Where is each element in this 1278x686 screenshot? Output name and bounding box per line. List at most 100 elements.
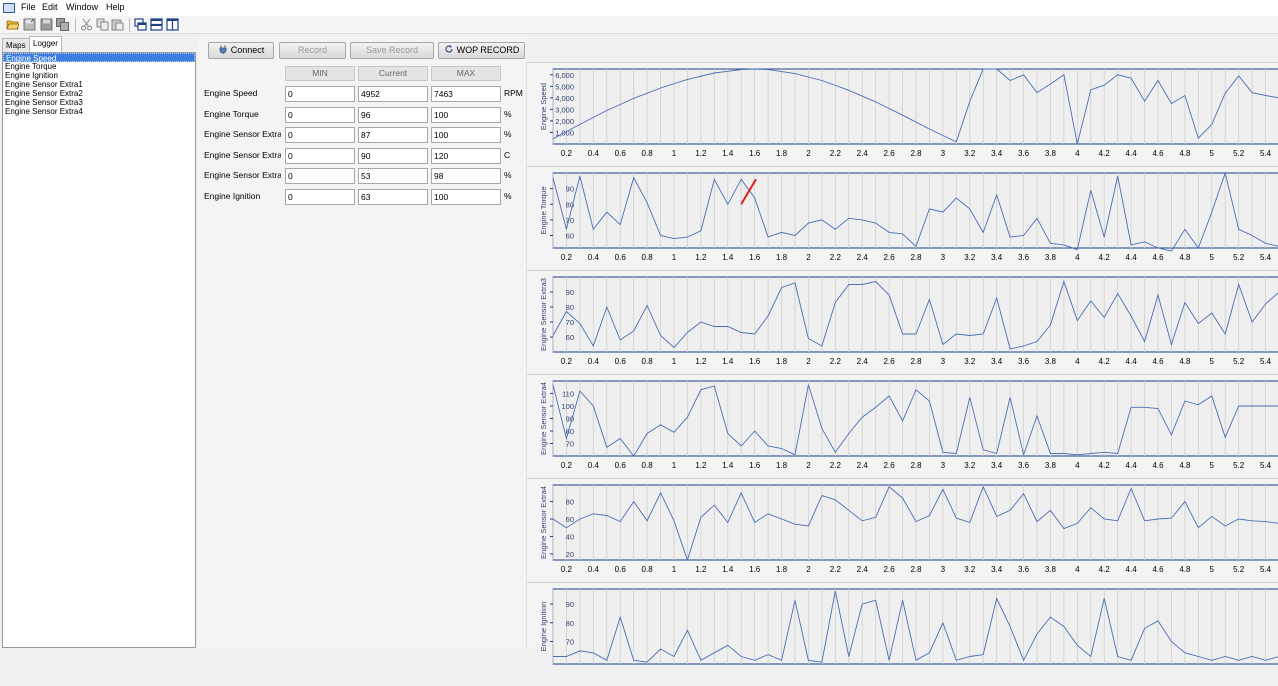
copy-icon[interactable] — [96, 18, 109, 31]
column-header-max: MAX — [431, 66, 501, 81]
list-item[interactable]: Engine Ignition — [3, 71, 195, 80]
x-tick-label: 4.8 — [1179, 461, 1191, 470]
min-field[interactable]: 0 — [285, 148, 355, 164]
y-axis-label: Engine Sensor Extra4 — [539, 382, 548, 455]
max-field[interactable]: 120 — [431, 148, 501, 164]
max-field[interactable]: 100 — [431, 127, 501, 143]
toolbar-separator — [75, 18, 76, 32]
x-tick-label: 3.6 — [1018, 461, 1030, 470]
save-all-icon[interactable] — [56, 18, 69, 31]
y-tick-label: 60 — [566, 232, 574, 241]
x-tick-label: 3.6 — [1018, 149, 1030, 158]
max-field[interactable]: 7463 — [431, 86, 501, 102]
logger-data-panel: Connect Record Save Record WOP RECORD MI… — [198, 36, 526, 648]
x-tick-label: 4.2 — [1099, 357, 1111, 366]
x-tick-label: 5.2 — [1233, 149, 1245, 158]
y-tick-label: 60 — [566, 515, 574, 524]
row-label: Engine Sensor Extra — [204, 150, 281, 160]
chart-svg: 0.2 0.4 0.6 0.8 1 1.2 1.4 1.6 1.8 2 2.2 2.4 2.6 2.8 3 3… — [527, 166, 1278, 262]
x-tick-label: 2.8 — [910, 149, 922, 158]
cut-icon[interactable] — [80, 18, 93, 31]
min-field[interactable]: 0 — [285, 168, 355, 184]
x-tick-label: 5.2 — [1233, 461, 1245, 470]
horizontal-split-icon[interactable] — [150, 18, 163, 31]
tab-maps[interactable]: Maps — [2, 38, 30, 52]
x-tick-label: 4.2 — [1099, 253, 1111, 262]
x-tick-label: 5 — [1210, 149, 1215, 158]
x-tick-label: 2.6 — [884, 461, 896, 470]
current-field[interactable]: 96 — [358, 107, 428, 123]
x-tick-label: 1 — [672, 149, 677, 158]
current-field[interactable]: 87 — [358, 127, 428, 143]
list-item[interactable]: Engine Torque — [3, 62, 195, 71]
max-field[interactable]: 100 — [431, 107, 501, 123]
vertical-split-icon[interactable] — [166, 18, 179, 31]
menu-window[interactable]: Window — [66, 2, 98, 12]
row-label: Engine Speed — [204, 88, 258, 98]
x-tick-label: 1.2 — [695, 357, 707, 366]
list-item[interactable]: Engine Sensor Extra3 — [3, 98, 195, 107]
current-field[interactable]: 53 — [358, 168, 428, 184]
x-tick-label: 0.2 — [561, 357, 573, 366]
max-field[interactable]: 100 — [431, 189, 501, 205]
x-tick-label: 4 — [1075, 461, 1080, 470]
x-tick-label: 1.2 — [695, 253, 707, 262]
y-tick-label: 80 — [566, 303, 574, 312]
plot-area — [552, 172, 1278, 249]
x-tick-label: 3.8 — [1045, 461, 1057, 470]
x-tick-label: 4.6 — [1152, 253, 1164, 262]
x-tick-label: 1 — [672, 253, 677, 262]
x-tick-label: 3 — [941, 357, 946, 366]
x-tick-label: 0.4 — [588, 149, 600, 158]
menu-file[interactable]: File — [21, 2, 36, 12]
tile-window-icon[interactable] — [134, 18, 147, 31]
y-tick-label: 80 — [566, 498, 574, 507]
x-tick-label: 1.6 — [749, 565, 761, 574]
x-tick-label: 1.8 — [776, 149, 788, 158]
save-record-button[interactable]: Save Record — [350, 42, 434, 59]
paste-icon[interactable] — [111, 18, 124, 31]
x-tick-label: 4.6 — [1152, 357, 1164, 366]
current-field[interactable]: 4952 — [358, 86, 428, 102]
y-tick-label: 40 — [566, 532, 574, 541]
save-icon[interactable] — [23, 18, 36, 31]
min-field[interactable]: 0 — [285, 86, 355, 102]
x-tick-label: 2.2 — [830, 357, 842, 366]
x-tick-label: 4 — [1075, 565, 1080, 574]
x-tick-label: 3.2 — [964, 357, 976, 366]
open-folder-icon[interactable] — [6, 18, 19, 31]
max-field[interactable]: 98 — [431, 168, 501, 184]
list-item[interactable]: Engine Sensor Extra1 — [3, 80, 195, 89]
chart-svg: 0.2 0.4 0.6 0.8 1 1.2 1.4 1.6 1.8 2 2.2 2.4 2.6 2.8 3 3… — [527, 374, 1278, 470]
x-tick-label: 2.4 — [857, 357, 869, 366]
x-tick-label: 3.6 — [1018, 357, 1030, 366]
x-tick-label: 2.2 — [830, 565, 842, 574]
min-field[interactable]: 0 — [285, 189, 355, 205]
x-tick-label: 2.8 — [910, 253, 922, 262]
unit-label: RPM — [504, 88, 523, 98]
x-tick-label: 0.8 — [642, 565, 654, 574]
save-disabled-icon[interactable] — [40, 18, 53, 31]
menu-help[interactable]: Help — [106, 2, 125, 12]
list-item[interactable]: Engine Sensor Extra2 — [3, 89, 195, 98]
menu-edit[interactable]: Edit — [42, 2, 58, 12]
current-field[interactable]: 90 — [358, 148, 428, 164]
x-tick-label: 4 — [1075, 149, 1080, 158]
wop-record-button[interactable]: WOP RECORD — [438, 42, 525, 59]
x-tick-label: 0.4 — [588, 461, 600, 470]
record-button[interactable]: Record — [279, 42, 346, 59]
tab-logger[interactable]: Logger — [29, 36, 62, 52]
y-tick-label: 90 — [566, 185, 574, 194]
list-item[interactable]: Engine Sensor Extra4 — [3, 107, 195, 116]
current-field[interactable]: 63 — [358, 189, 428, 205]
graph-0: 0.2 0.4 0.6 0.8 1 1.2 1.4 1.6 1.8 2 2.2 2.4 2.6 2.8 3 3… — [527, 62, 1278, 166]
min-field[interactable]: 0 — [285, 107, 355, 123]
connect-button[interactable]: Connect — [208, 42, 274, 59]
x-tick-label: 2.4 — [857, 149, 869, 158]
x-tick-label: 5.4 — [1260, 565, 1272, 574]
min-field[interactable]: 0 — [285, 127, 355, 143]
list-item[interactable]: Engine Speed — [3, 53, 195, 63]
x-tick-label: 2 — [806, 149, 811, 158]
x-tick-label: 2 — [806, 461, 811, 470]
chart-svg: 0.2 0.4 0.6 0.8 1 1.2 1.4 1.6 1.8 2 2.2 2.4 2.6 2.8 3 3… — [527, 478, 1278, 574]
